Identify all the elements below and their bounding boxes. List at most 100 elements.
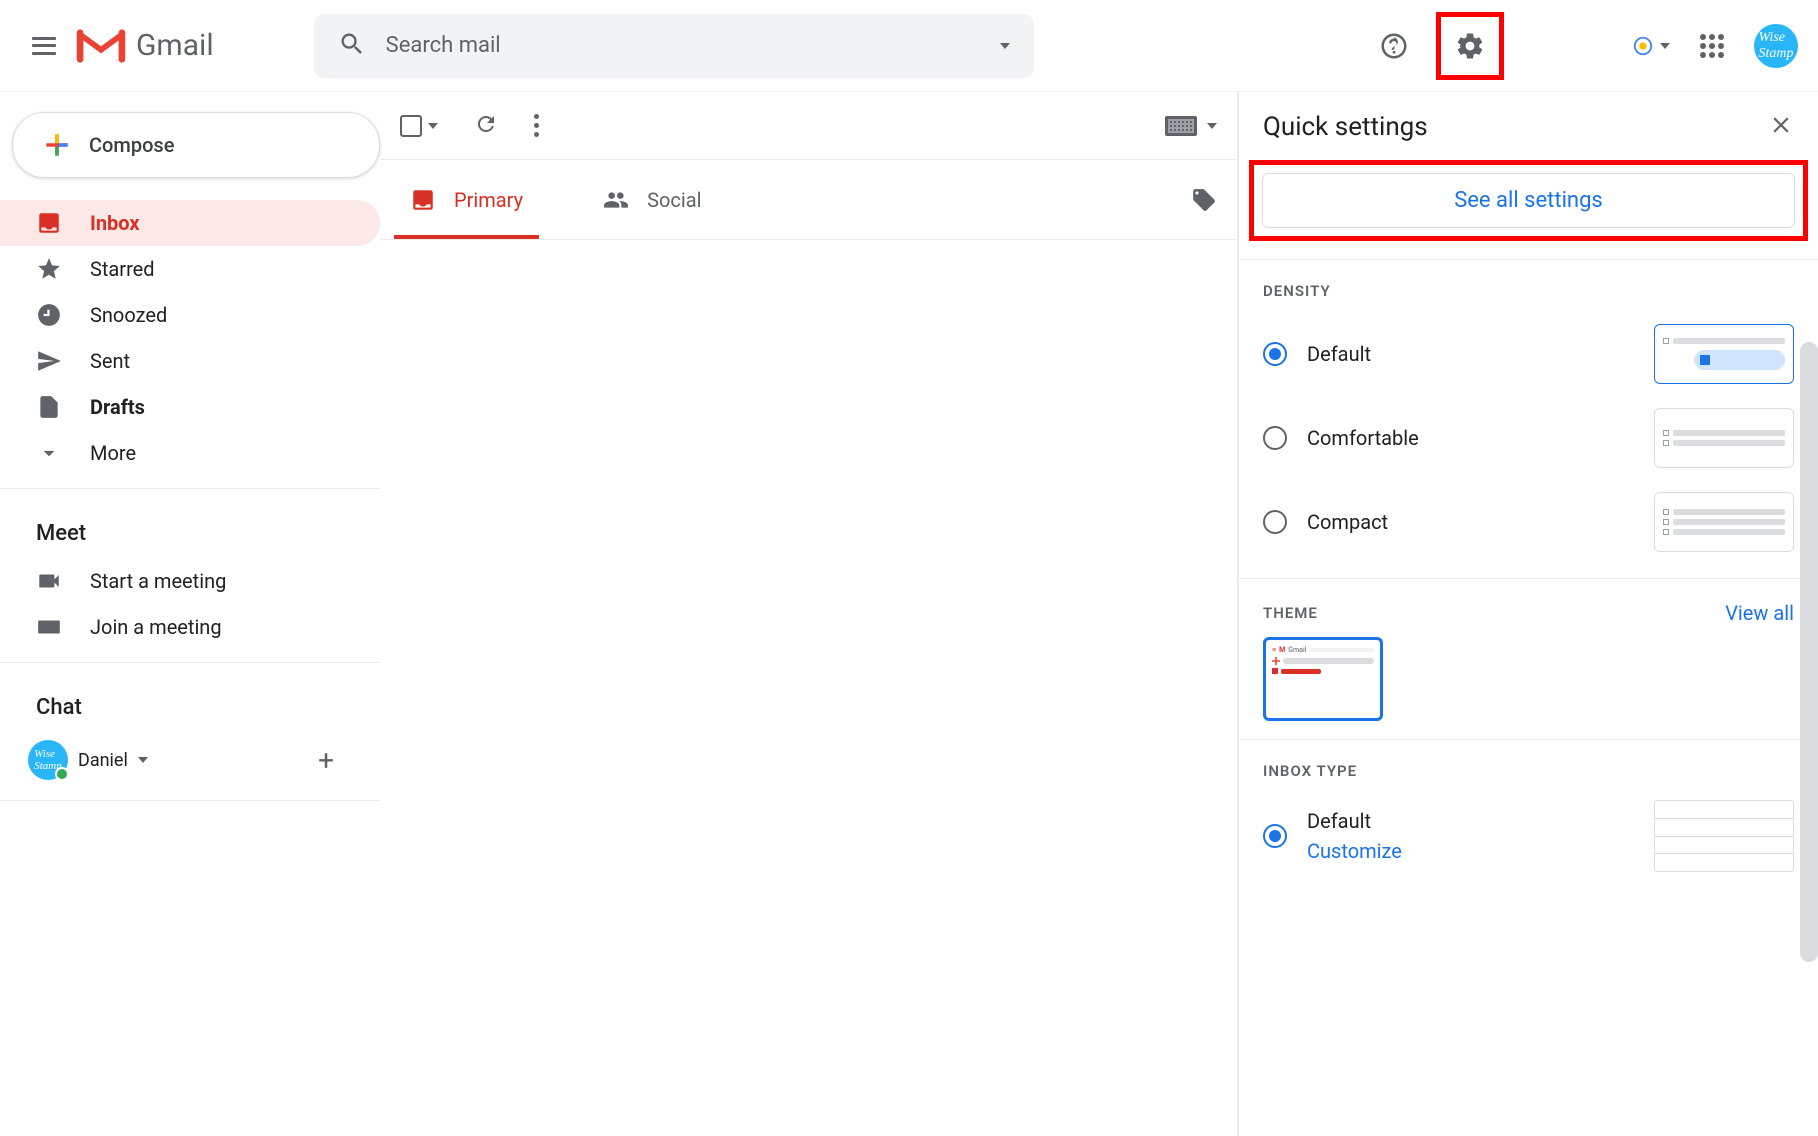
chat-user-name: Daniel bbox=[78, 750, 128, 771]
tab-label: Social bbox=[647, 188, 701, 212]
close-icon bbox=[1768, 112, 1794, 138]
toolbar bbox=[380, 92, 1237, 160]
inbox-type-preview bbox=[1654, 800, 1794, 872]
toolbar-right bbox=[1165, 116, 1217, 136]
density-preview bbox=[1654, 492, 1794, 552]
density-label: Default bbox=[1307, 342, 1634, 366]
theme-view-all[interactable]: View all bbox=[1725, 601, 1794, 625]
new-chat-button[interactable]: + bbox=[318, 744, 334, 777]
tab-label: Primary bbox=[454, 188, 523, 212]
search-bar[interactable] bbox=[314, 14, 1034, 78]
chevron-down-icon[interactable] bbox=[1207, 123, 1217, 129]
see-all-highlight-box: See all settings bbox=[1249, 160, 1808, 241]
refresh-button[interactable] bbox=[474, 112, 498, 140]
gmail-brand-text: Gmail bbox=[136, 28, 214, 63]
sidebar-item-drafts[interactable]: Drafts bbox=[0, 384, 380, 430]
inbox-type-customize[interactable]: Customize bbox=[1307, 839, 1402, 863]
density-option-comfortable[interactable]: Comfortable bbox=[1239, 396, 1818, 480]
chat-user-row[interactable]: WiseStamp Daniel + bbox=[0, 732, 380, 788]
meet-join-meeting[interactable]: Join a meeting bbox=[0, 604, 380, 650]
input-method-icon[interactable] bbox=[1165, 116, 1197, 136]
star-icon bbox=[36, 256, 62, 282]
inbox-type-section-label: INBOX TYPE bbox=[1239, 740, 1818, 792]
main-menu-button[interactable] bbox=[20, 22, 68, 70]
density-label: Comfortable bbox=[1307, 426, 1634, 450]
header: Gmail WiseStamp bbox=[0, 0, 1818, 92]
search-options-dropdown-icon[interactable] bbox=[1000, 43, 1010, 49]
content-area: Primary Social bbox=[380, 92, 1238, 1136]
sidebar-item-inbox[interactable]: Inbox bbox=[0, 200, 380, 246]
select-all-checkbox[interactable] bbox=[400, 115, 438, 137]
sidebar: Compose Inbox Starred Snoozed Sent Draft… bbox=[0, 92, 380, 1136]
sidebar-item-more[interactable]: More bbox=[0, 430, 380, 476]
sidebar-item-label: Snoozed bbox=[90, 303, 167, 327]
account-avatar[interactable]: WiseStamp bbox=[1754, 24, 1798, 68]
quick-settings-panel: Quick settings See all settings DENSITY … bbox=[1238, 92, 1818, 1136]
clock-icon bbox=[36, 302, 62, 328]
google-apps-button[interactable] bbox=[1688, 22, 1736, 70]
gmail-logo[interactable]: Gmail bbox=[76, 27, 214, 65]
sidebar-item-sent[interactable]: Sent bbox=[0, 338, 380, 384]
meet-item-label: Start a meeting bbox=[90, 569, 226, 593]
people-icon bbox=[603, 187, 629, 213]
sidebar-item-label: Sent bbox=[90, 349, 130, 373]
meet-item-label: Join a meeting bbox=[90, 615, 222, 639]
send-icon bbox=[36, 348, 62, 374]
density-preview bbox=[1654, 324, 1794, 384]
search-input[interactable] bbox=[386, 33, 1000, 58]
input-tools-icon bbox=[1632, 35, 1654, 57]
sidebar-item-label: More bbox=[90, 441, 136, 465]
scrollbar[interactable] bbox=[1800, 342, 1818, 962]
checkbox-icon bbox=[400, 115, 422, 137]
theme-section-label: THEME bbox=[1263, 604, 1318, 622]
theme-section-header: THEME View all bbox=[1239, 579, 1818, 637]
panel-title: Quick settings bbox=[1263, 112, 1428, 142]
meet-start-meeting[interactable]: Start a meeting bbox=[0, 558, 380, 604]
nav-list: Inbox Starred Snoozed Sent Drafts More bbox=[0, 200, 380, 476]
input-tools[interactable] bbox=[1632, 35, 1670, 57]
presence-indicator bbox=[55, 767, 69, 781]
settings-highlight-box bbox=[1436, 12, 1504, 80]
meet-header: Meet bbox=[0, 501, 380, 558]
radio-icon bbox=[1263, 426, 1287, 450]
video-icon bbox=[36, 568, 62, 594]
promotions-tag-icon[interactable] bbox=[1191, 187, 1217, 213]
panel-header: Quick settings bbox=[1239, 92, 1818, 154]
close-button[interactable] bbox=[1768, 112, 1794, 142]
inbox-icon bbox=[36, 210, 62, 236]
chevron-down-icon bbox=[428, 123, 438, 129]
hamburger-icon bbox=[32, 37, 56, 55]
theme-thumbnail-default[interactable]: ≡MGmail bbox=[1263, 637, 1383, 721]
sidebar-item-label: Starred bbox=[90, 257, 155, 281]
category-tabs: Primary Social bbox=[380, 160, 1237, 240]
header-actions: WiseStamp bbox=[1370, 12, 1798, 80]
density-section-label: DENSITY bbox=[1239, 260, 1818, 312]
sidebar-item-snoozed[interactable]: Snoozed bbox=[0, 292, 380, 338]
density-label: Compact bbox=[1307, 510, 1634, 534]
sidebar-item-label: Drafts bbox=[90, 395, 145, 419]
chat-header: Chat bbox=[0, 675, 380, 732]
chevron-down-icon[interactable] bbox=[138, 757, 148, 763]
radio-icon bbox=[1263, 342, 1287, 366]
help-button[interactable] bbox=[1370, 22, 1418, 70]
gmail-m-icon bbox=[76, 27, 126, 65]
more-button[interactable] bbox=[534, 114, 539, 137]
radio-icon bbox=[1263, 510, 1287, 534]
tab-social[interactable]: Social bbox=[593, 160, 711, 239]
file-icon bbox=[36, 394, 62, 420]
chat-avatar: WiseStamp bbox=[28, 740, 68, 780]
chevron-down-icon bbox=[36, 440, 62, 466]
apps-grid-icon bbox=[1700, 34, 1724, 58]
inbox-icon bbox=[410, 187, 436, 213]
main: Compose Inbox Starred Snoozed Sent Draft… bbox=[0, 92, 1818, 1136]
compose-button[interactable]: Compose bbox=[12, 112, 380, 178]
inbox-type-default[interactable]: Default Customize bbox=[1239, 792, 1818, 880]
see-all-settings-button[interactable]: See all settings bbox=[1262, 173, 1795, 228]
chevron-down-icon bbox=[1660, 43, 1670, 49]
settings-button[interactable] bbox=[1446, 22, 1494, 70]
tab-primary[interactable]: Primary bbox=[400, 160, 533, 239]
density-option-compact[interactable]: Compact bbox=[1239, 480, 1818, 564]
density-preview bbox=[1654, 408, 1794, 468]
density-option-default[interactable]: Default bbox=[1239, 312, 1818, 396]
sidebar-item-starred[interactable]: Starred bbox=[0, 246, 380, 292]
